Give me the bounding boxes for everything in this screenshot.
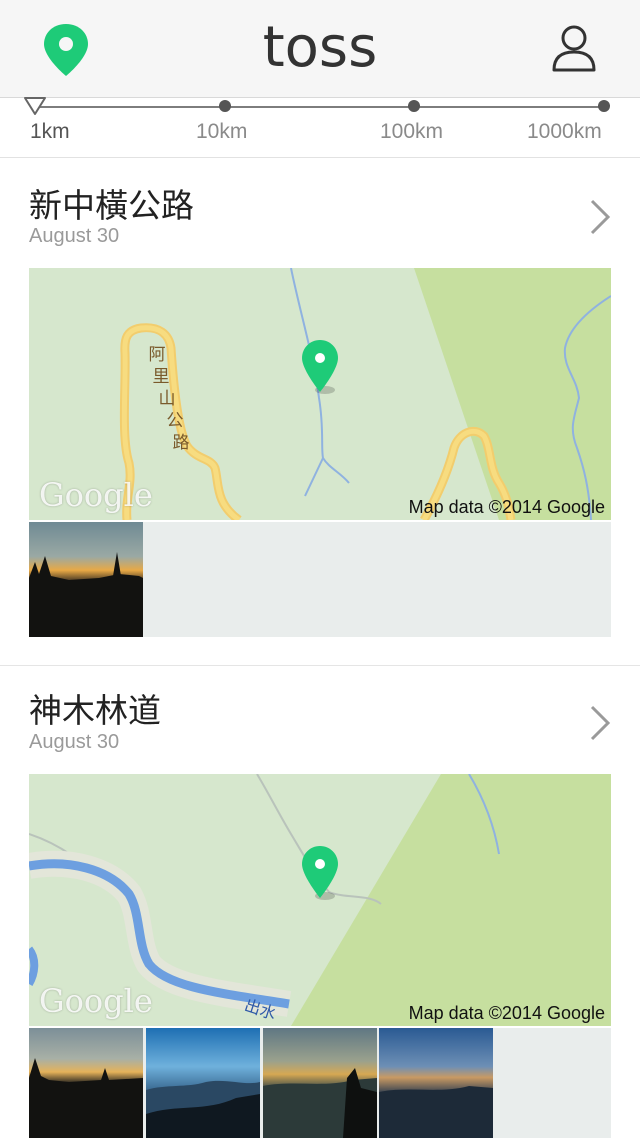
- logo-text: toss: [263, 15, 378, 80]
- slider-label-1km[interactable]: 1km: [30, 120, 70, 144]
- road-label-char: 阿: [149, 345, 166, 365]
- road-label-char: 里: [153, 367, 170, 387]
- app-logo: toss: [250, 14, 390, 84]
- slider-label-10km[interactable]: 10km: [196, 120, 247, 144]
- road-label-char: 公: [167, 411, 184, 431]
- photo-thumbnail[interactable]: [29, 522, 143, 637]
- post-title: 新中橫公路: [29, 186, 194, 225]
- slider-handle[interactable]: [23, 94, 47, 118]
- post-card[interactable]: 新中橫公路 August 30 阿 里 山 公 路 Google Map dat…: [0, 159, 640, 664]
- road-label-char: 山: [159, 389, 176, 409]
- photo-strip: [29, 522, 611, 637]
- photo-thumbnail[interactable]: [379, 1028, 493, 1138]
- chevron-right-icon[interactable]: [588, 703, 612, 743]
- map-attribution: Map data ©2014 Google: [408, 1003, 605, 1023]
- post-map[interactable]: 出水 Google Map data ©2014 Google: [29, 774, 611, 1026]
- slider-stop-100km[interactable]: [408, 100, 420, 112]
- photo-thumbnail[interactable]: [146, 1028, 260, 1138]
- slider-label-1000km[interactable]: 1000km: [527, 120, 602, 144]
- post-card[interactable]: 神木林道 August 30 出水 Google Map data ©2014 …: [0, 666, 640, 1138]
- post-map[interactable]: 阿 里 山 公 路 Google Map data ©2014 Google: [29, 268, 611, 520]
- slider-track[interactable]: [34, 106, 606, 108]
- post-date: August 30: [29, 731, 120, 753]
- app-header: toss: [0, 0, 640, 98]
- photo-thumbnail[interactable]: [29, 1028, 143, 1138]
- user-icon[interactable]: [546, 20, 602, 76]
- slider-stop-1000km[interactable]: [598, 100, 610, 112]
- google-logo: Google: [39, 476, 153, 514]
- map-pin-icon[interactable]: [40, 22, 92, 78]
- map-attribution: Map data ©2014 Google: [408, 497, 605, 517]
- google-logo: Google: [39, 982, 153, 1020]
- post-date: August 30: [29, 225, 120, 247]
- road-label-char: 路: [173, 433, 190, 453]
- photo-thumbnail[interactable]: [263, 1028, 377, 1138]
- distance-slider[interactable]: 1km 10km 100km 1000km: [0, 97, 640, 158]
- post-title: 神木林道: [29, 691, 161, 730]
- photo-strip: [29, 1028, 611, 1138]
- slider-stop-10km[interactable]: [219, 100, 231, 112]
- chevron-right-icon[interactable]: [588, 197, 612, 237]
- slider-label-100km[interactable]: 100km: [380, 120, 443, 144]
